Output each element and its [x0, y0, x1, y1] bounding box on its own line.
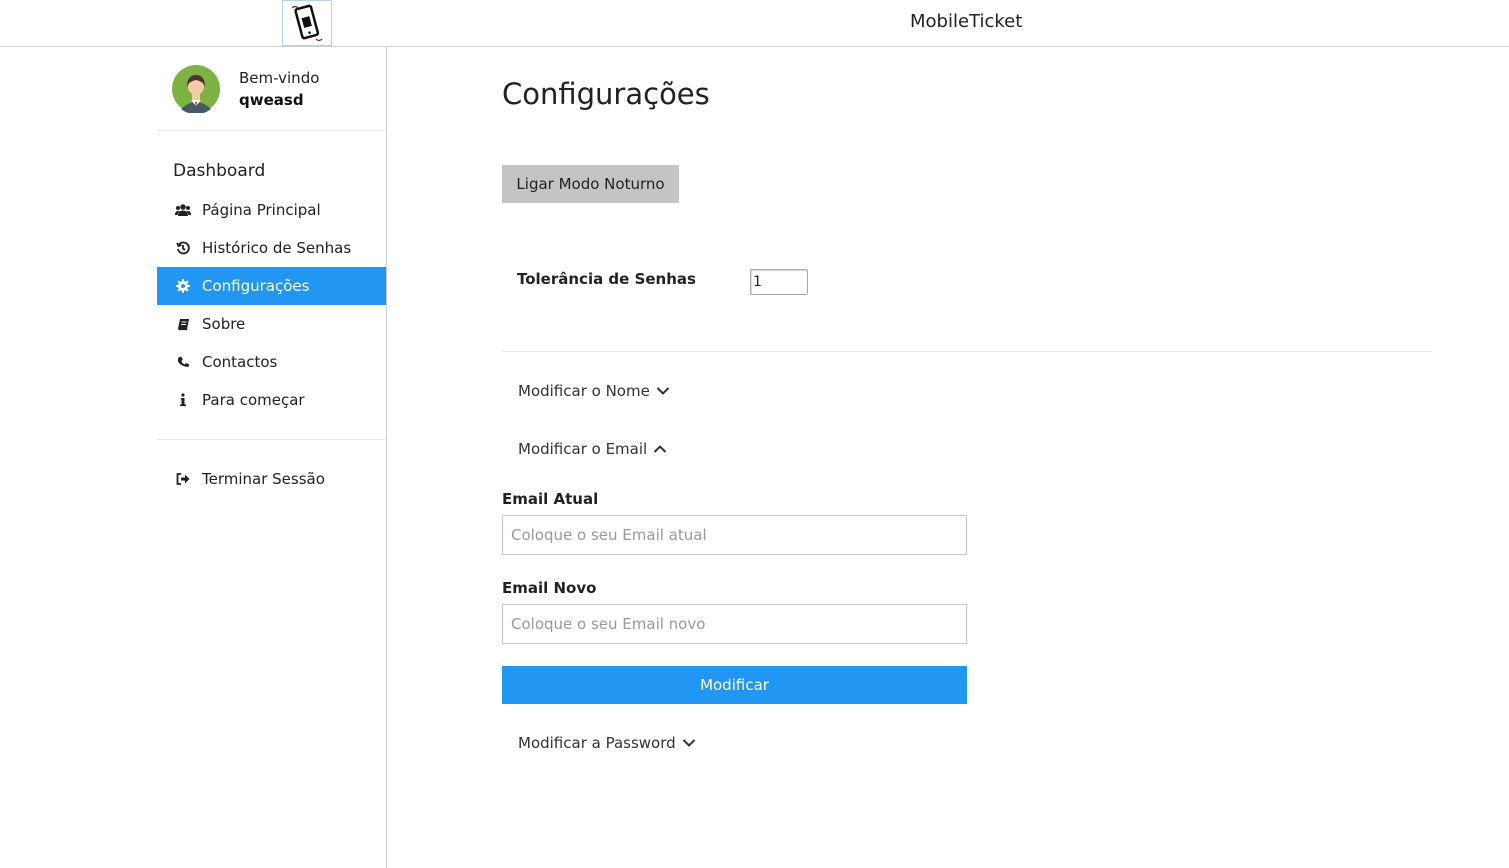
tolerance-input[interactable]	[750, 269, 808, 295]
sidebar-item-para-comecar[interactable]: Para começar	[157, 381, 386, 419]
info-icon	[174, 392, 192, 408]
welcome-text: Bem-vindo	[239, 69, 320, 87]
sidebar-item-label: Página Principal	[202, 201, 321, 219]
users-icon	[174, 202, 192, 218]
modify-password-label: Modificar a Password	[518, 734, 676, 752]
app-title: MobileTicket	[910, 11, 1023, 32]
dashboard-heading: Dashboard	[173, 161, 266, 181]
sidebar-item-label: Sobre	[202, 315, 246, 333]
phone-icon	[174, 354, 192, 370]
sign-out-icon	[174, 471, 192, 487]
sidebar-item-configuracoes[interactable]: Configurações	[157, 267, 386, 305]
sidebar-item-pagina-principal[interactable]: Página Principal	[157, 191, 386, 229]
logout-button[interactable]: Terminar Sessão	[157, 460, 386, 498]
sidebar: Bem-vindo qweasd Dashboard Página Princi…	[157, 47, 387, 868]
modify-name-label: Modificar o Nome	[518, 382, 650, 400]
modify-password-toggle[interactable]: Modificar a Password	[518, 734, 696, 752]
chevron-down-icon	[682, 738, 696, 748]
top-bar: MobileTicket	[0, 0, 1509, 47]
new-email-label: Email Novo	[502, 579, 597, 597]
page-title: Configurações	[502, 77, 710, 111]
sidebar-nav: Página Principal Histórico de Senhas Con…	[157, 191, 386, 419]
section-divider	[502, 351, 1432, 352]
current-email-input[interactable]	[502, 515, 967, 555]
history-icon	[174, 240, 192, 256]
current-email-label: Email Atual	[502, 490, 599, 508]
night-mode-button[interactable]: Ligar Modo Noturno	[502, 165, 679, 203]
avatar[interactable]	[172, 65, 220, 115]
main-content: Configurações Ligar Modo Noturno Tolerân…	[387, 47, 1509, 868]
phone-ticket-logo-icon[interactable]	[282, 0, 332, 46]
sidebar-item-sobre[interactable]: Sobre	[157, 305, 386, 343]
gear-icon	[174, 278, 192, 294]
modify-email-button[interactable]: Modificar	[502, 666, 967, 704]
book-icon	[174, 316, 192, 332]
new-email-input[interactable]	[502, 604, 967, 644]
user-info: Bem-vindo qweasd	[157, 47, 386, 131]
modify-email-toggle[interactable]: Modificar o Email	[518, 440, 667, 458]
chevron-down-icon	[656, 386, 670, 396]
logout-label: Terminar Sessão	[202, 470, 325, 488]
username: qweasd	[239, 91, 304, 109]
logout-section: Terminar Sessão	[157, 460, 386, 498]
chevron-up-icon	[653, 444, 667, 454]
sidebar-item-contactos[interactable]: Contactos	[157, 343, 386, 381]
sidebar-item-label: Contactos	[202, 353, 278, 371]
sidebar-item-label: Para começar	[202, 391, 305, 409]
sidebar-divider	[157, 439, 386, 440]
tolerance-label: Tolerância de Senhas	[517, 270, 696, 288]
sidebar-item-label: Histórico de Senhas	[202, 239, 352, 257]
sidebar-item-label: Configurações	[202, 277, 310, 295]
sidebar-item-historico-de-senhas[interactable]: Histórico de Senhas	[157, 229, 386, 267]
modify-email-label: Modificar o Email	[518, 440, 648, 458]
modify-name-toggle[interactable]: Modificar o Nome	[518, 382, 670, 400]
